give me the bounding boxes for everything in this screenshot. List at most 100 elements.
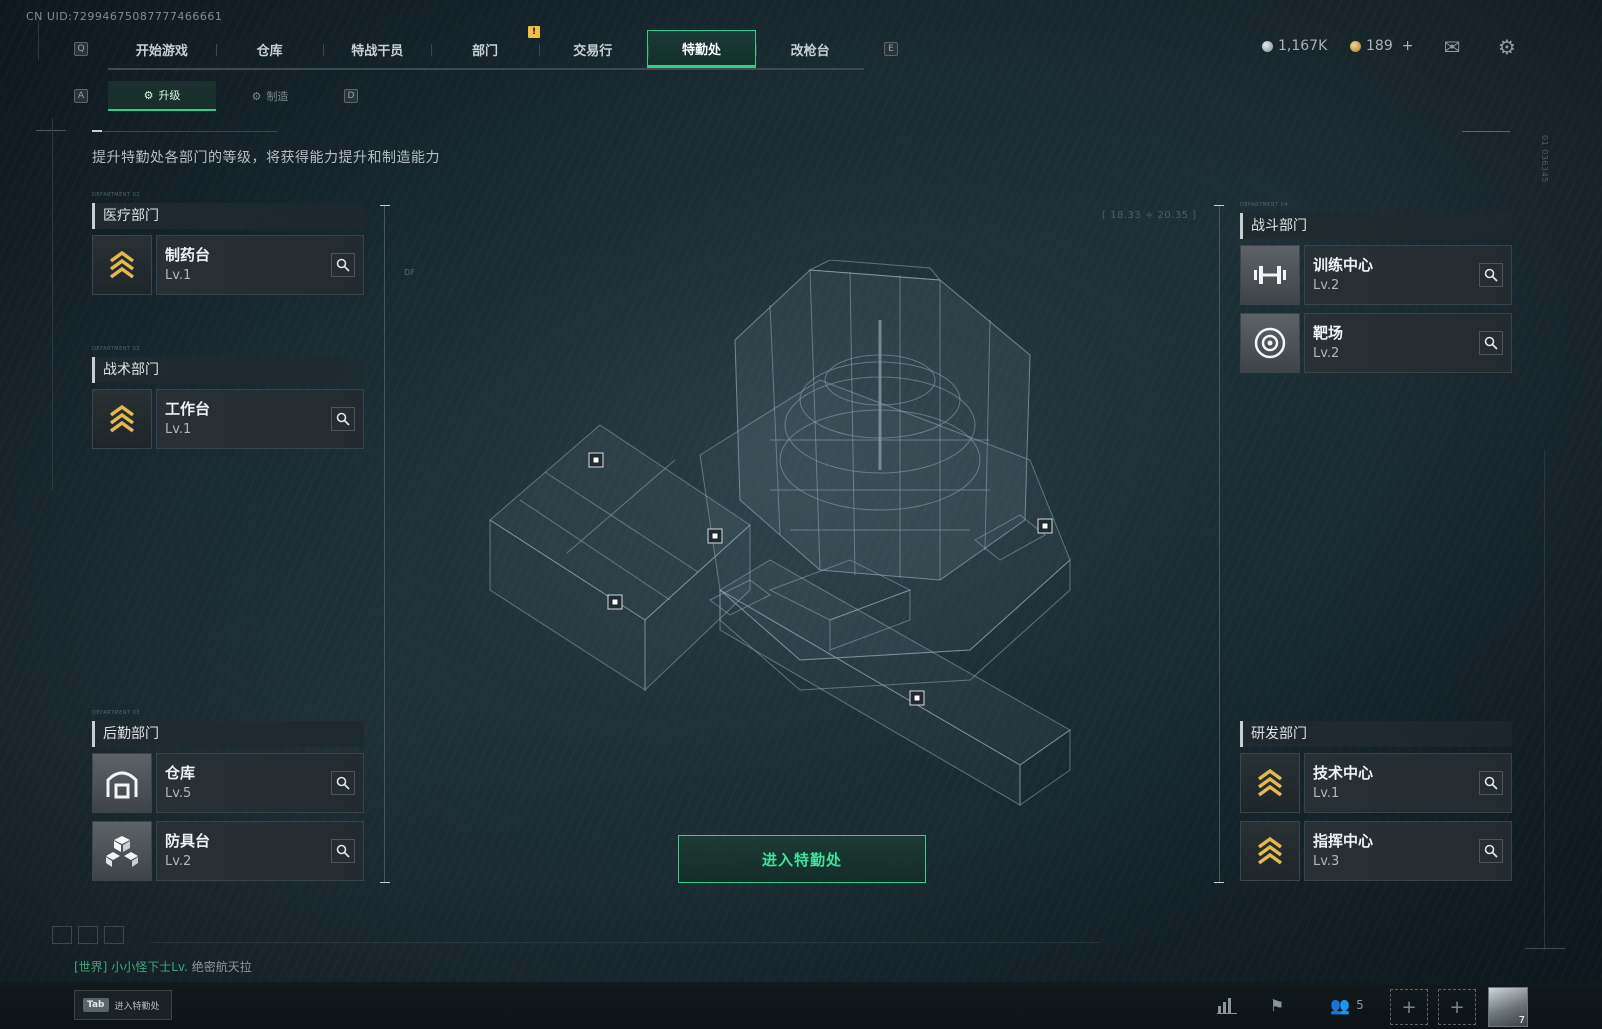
gold-currency[interactable]: 189 + [1350,38,1413,54]
department-code: DEPARTMENT 03 [92,710,141,716]
logistics-department: 后勤部门 仓库 Lv.5 防具台 Lv.2 [92,721,364,889]
page-description: 提升特勤处各部门的等级，将获得能力提升和制造能力 [92,150,440,166]
chevron-upgrade-icon [1240,821,1300,881]
logistics-department-title: 后勤部门 [92,721,364,747]
facility-card-tech-center[interactable]: 技术中心 Lv.1 [1240,753,1512,813]
craft-icon: ⚙ [251,89,262,103]
frame-line [1544,450,1545,950]
sub-tabs: ⚙ 升级 ⚙ 制造 [108,81,324,111]
frame-line [92,130,102,132]
team-icon: 👥 [1330,995,1351,1015]
combat-department-title: 战斗部门 [1240,213,1512,239]
tactical-department-title: 战术部门 [92,357,364,383]
silver-amount: 1,167K [1278,38,1328,54]
cubes-icon [92,821,152,881]
tab-keycap: Tab [83,998,109,1012]
department-code: DEPARTMENT 01 [92,192,141,198]
progress-line [150,942,1100,943]
facility-card-training-center[interactable]: 训练中心 Lv.2 [1240,245,1512,305]
search-icon[interactable] [331,771,355,795]
enter-special-ops-button[interactable]: 进入特勤处 [678,835,926,883]
flag-icon[interactable]: ⚑ [1264,992,1290,1018]
facility-card-pharmacy[interactable]: 制药台 Lv.1 [92,235,364,295]
tab-warehouse[interactable]: 仓库 [215,30,324,68]
subtab-prev-key[interactable]: A [74,89,88,103]
facility-card-workbench[interactable]: 工作台 Lv.1 [92,389,364,449]
notification-alert-icon: ! [528,26,540,38]
frame-bracket [1214,205,1224,206]
chevron-upgrade-icon [92,235,152,295]
search-icon[interactable] [331,407,355,431]
chevron-upgrade-icon [92,389,152,449]
nav-next-key[interactable]: E [884,42,898,56]
stats-chart-icon[interactable] [1214,992,1240,1018]
facility-3d-model[interactable] [470,260,1100,840]
frame-line [1462,131,1510,132]
game-screen: CN UID:72994675087777466661 Q 开始游戏 仓库 特战… [0,0,1602,1029]
department-code: DEPARTMENT 02 [92,346,141,352]
team-button[interactable]: 👥 5 [1322,992,1372,1018]
add-currency-button[interactable]: + [1402,38,1414,54]
frame-line [52,118,53,490]
decor-square [104,926,124,944]
facility-card-command-center[interactable]: 指挥中心 Lv.3 [1240,821,1512,881]
search-icon[interactable] [1479,771,1503,795]
tab-trade[interactable]: 交易行 [538,30,647,68]
silver-coin-icon [1262,40,1273,52]
dumbbell-icon [1240,245,1300,305]
enter-special-ops-shortcut[interactable]: Tab 进入特勤处 [74,990,172,1020]
search-icon[interactable] [1479,263,1503,287]
tab-operators[interactable]: 特战干员 [323,30,431,68]
main-nav: 开始游戏 仓库 特战干员 部门 交易行 特勤处 改枪台 [108,30,864,70]
add-teammate-button[interactable]: + [1438,989,1476,1025]
chat-user: 小小怪下士Lv. [111,960,188,974]
chat-message: 绝密航天拉 [191,960,252,974]
world-chat[interactable]: [世界] 小小怪下士Lv. 绝密航天拉 [74,958,252,975]
search-icon[interactable] [331,253,355,277]
combat-department: 战斗部门 训练中心 Lv.2 靶场 Lv.2 [1240,213,1512,381]
facility-card-shooting-range[interactable]: 靶场 Lv.2 [1240,313,1512,373]
search-icon[interactable] [1479,331,1503,355]
side-code: 01 036345 [1540,135,1549,183]
player-avatar[interactable]: 7 [1488,987,1528,1027]
subtab-next-key[interactable]: D [344,89,358,103]
decor-square [52,926,72,944]
frame-line [1525,948,1565,949]
nav-prev-key[interactable]: Q [74,42,88,56]
frame-bracket [1219,205,1220,883]
tab-special-ops[interactable]: 特勤处 [646,30,757,68]
tab-department[interactable]: 部门 [431,30,539,68]
frame-line [38,20,39,60]
target-icon [1240,313,1300,373]
frame-bracket [384,205,385,883]
mail-icon[interactable]: ✉ [1440,35,1464,59]
tab-gunsmith[interactable]: 改枪台 [756,30,864,68]
settings-gear-icon[interactable]: ⚙ [1495,35,1519,59]
frame-line [36,130,66,131]
player-uid: CN UID:72994675087777466661 [26,10,223,23]
search-icon[interactable] [1479,839,1503,863]
frame-bracket [380,205,390,206]
tab-upgrade[interactable]: ⚙ 升级 [108,81,216,111]
facility-card-armor-bench[interactable]: 防具台 Lv.2 [92,821,364,881]
search-icon[interactable] [331,839,355,863]
decor-squares [52,926,124,944]
frame-line [92,131,277,132]
chevron-upgrade-icon [1240,753,1300,813]
tab-craft[interactable]: ⚙ 制造 [216,81,324,111]
warehouse-icon [92,753,152,813]
upgrade-icon: ⚙ [143,88,154,102]
silver-currency[interactable]: 1,167K [1262,38,1327,54]
frame-bracket [380,882,390,883]
research-department: 研发部门 技术中心 Lv.1 指挥中心 Lv.3 [1240,721,1512,889]
medical-department-title: 医疗部门 [92,203,364,229]
tab-craft-label: 制造 [266,90,289,103]
tab-start-game[interactable]: 开始游戏 [108,30,216,68]
team-count: 5 [1356,998,1364,1012]
facility-card-warehouse[interactable]: 仓库 Lv.5 [92,753,364,813]
add-teammate-button[interactable]: + [1390,989,1428,1025]
gold-coin-icon [1350,40,1361,52]
shortcut-label: 进入特勤处 [114,1001,160,1012]
chat-channel: [世界] [74,960,108,974]
medical-department: 医疗部门 制药台 Lv.1 [92,203,364,303]
